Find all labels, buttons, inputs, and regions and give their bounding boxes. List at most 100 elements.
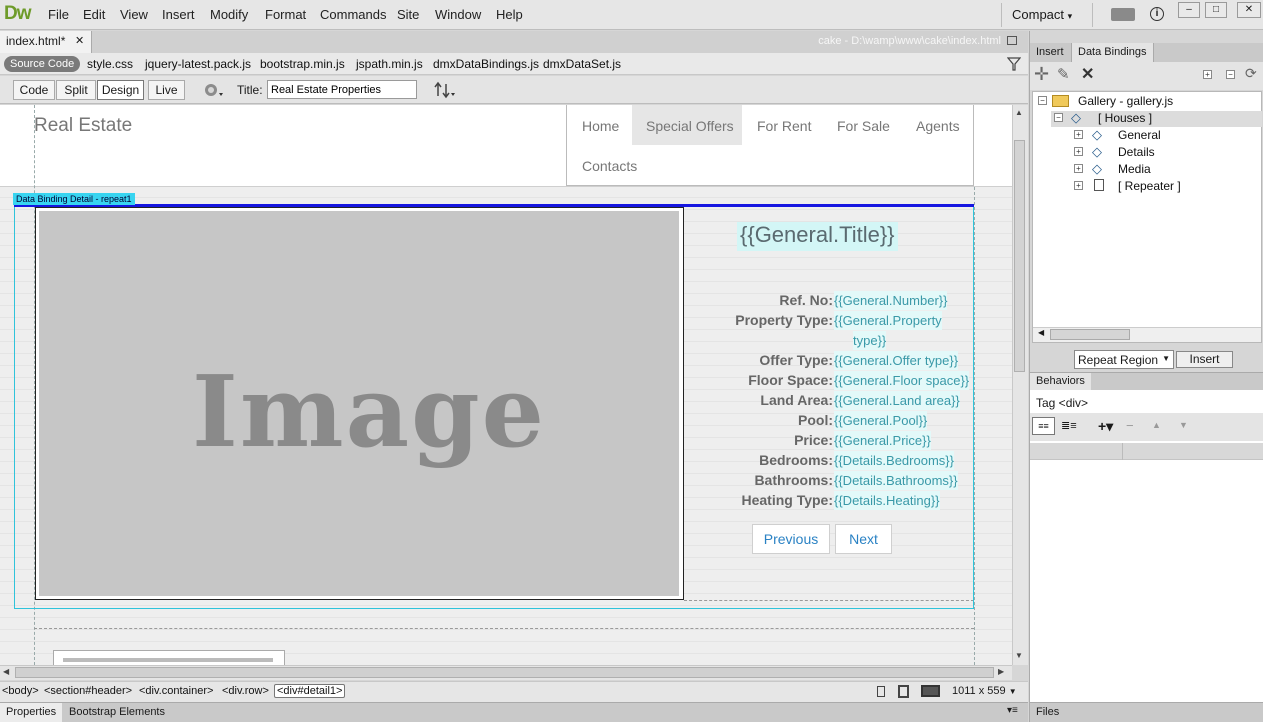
tab-bootstrap-elements[interactable]: Bootstrap Elements <box>63 703 171 722</box>
tab-behaviors[interactable]: Behaviors <box>1030 373 1091 390</box>
tab-files[interactable]: Files <box>1030 703 1065 722</box>
tree-node-gallery[interactable]: Gallery - gallery.js <box>1078 94 1173 108</box>
detail-value-price[interactable]: {{General.Price}} <box>834 431 931 450</box>
panel-options-icon[interactable]: ▾≡ <box>1007 705 1018 716</box>
scroll-up-icon[interactable]: ▲ <box>1015 108 1023 117</box>
menu-window[interactable]: Window <box>435 7 481 22</box>
scroll-left-icon[interactable]: ◀ <box>1038 328 1044 337</box>
document-tab[interactable]: index.html* ✕ <box>0 31 92 53</box>
property-title-binding[interactable]: {{General.Title}} <box>737 222 898 251</box>
minimize-button[interactable]: – <box>1178 2 1200 18</box>
refresh-icon[interactable]: ⟳ <box>1245 65 1257 82</box>
breadcrumb-section-header[interactable]: <section#header> <box>44 685 132 697</box>
live-view-button[interactable]: Live <box>148 80 185 100</box>
scroll-down-icon[interactable]: ▼ <box>1015 651 1023 660</box>
menu-format[interactable]: Format <box>265 7 306 22</box>
expand-repeater-icon[interactable]: + <box>1074 181 1083 190</box>
scroll-left-icon[interactable]: ◀ <box>3 667 9 676</box>
expand-general-icon[interactable]: + <box>1074 130 1083 139</box>
tab-insert[interactable]: Insert <box>1030 43 1070 62</box>
menu-modify[interactable]: Modify <box>210 7 248 22</box>
related-file-dmxdataset[interactable]: dmxDataSet.js <box>543 57 621 71</box>
menu-file[interactable]: File <box>48 7 69 22</box>
detail-value-bathrooms[interactable]: {{Details.Bathrooms}} <box>834 471 958 490</box>
nav-for-sale[interactable]: For Sale <box>837 118 890 134</box>
mobile-size-icon[interactable] <box>877 686 885 697</box>
expand-media-icon[interactable]: + <box>1074 164 1083 173</box>
related-file-style-css[interactable]: style.css <box>87 57 133 71</box>
tab-data-bindings[interactable]: Data Bindings <box>1071 43 1154 62</box>
move-up-icon[interactable]: ▲ <box>1152 420 1161 430</box>
detail-value-offer-type[interactable]: {{General.Offer type}} <box>834 351 959 370</box>
detail-value-ref-no[interactable]: {{General.Number}} <box>834 291 948 310</box>
workspace-switcher[interactable]: Compact ▾ <box>1012 7 1072 22</box>
window-size-readout[interactable]: 1011 x 559 ▼ <box>952 685 1017 697</box>
menu-site[interactable]: Site <box>397 7 419 22</box>
related-file-jspath[interactable]: jspath.min.js <box>356 57 423 71</box>
scroll-right-icon[interactable]: ▶ <box>998 667 1004 676</box>
tree-node-general[interactable]: General <box>1118 128 1161 142</box>
close-tab-icon[interactable]: ✕ <box>75 34 84 47</box>
filter-icon[interactable] <box>1007 57 1021 71</box>
nav-home[interactable]: Home <box>582 118 619 134</box>
related-file-bootstrap[interactable]: bootstrap.min.js <box>260 57 345 71</box>
split-view-button[interactable]: Split <box>56 80 96 100</box>
tree-node-repeater[interactable]: [ Repeater ] <box>1118 179 1181 193</box>
related-file-jquery[interactable]: jquery-latest.pack.js <box>145 57 251 71</box>
tree-node-details[interactable]: Details <box>1118 145 1155 159</box>
data-binding-detail-label[interactable]: Data Binding Detail - repeat1 <box>13 193 135 205</box>
detail-value-property-type[interactable]: {{General.Property <box>834 311 942 330</box>
file-management-icon[interactable] <box>433 81 457 99</box>
tablet-size-icon[interactable] <box>898 685 909 698</box>
detail-value-floor-space[interactable]: {{General.Floor space}} <box>834 371 970 390</box>
delete-binding-icon[interactable]: ✕ <box>1081 64 1094 84</box>
close-window-button[interactable]: ✕ <box>1237 2 1261 18</box>
breadcrumb-body[interactable]: <body> <box>2 685 39 697</box>
move-down-icon[interactable]: ▼ <box>1179 420 1188 430</box>
insert-button[interactable]: Insert <box>1176 351 1233 368</box>
remove-behavior-icon[interactable]: − <box>1126 418 1134 433</box>
preview-browser-icon[interactable] <box>203 82 225 98</box>
menu-insert[interactable]: Insert <box>162 7 195 22</box>
source-code-button[interactable]: Source Code <box>4 56 81 72</box>
nav-contacts[interactable]: Contacts <box>582 158 637 174</box>
add-binding-icon[interactable]: ✛ <box>1034 64 1049 85</box>
insert-mode-select[interactable]: Repeat Region ▼ <box>1074 350 1174 369</box>
detail-value-heating-type[interactable]: {{Details.Heating}} <box>834 491 940 510</box>
page-title-input[interactable] <box>267 80 417 99</box>
nav-agents[interactable]: Agents <box>916 118 960 134</box>
add-behavior-icon[interactable]: +▾ <box>1098 418 1113 435</box>
help-icon[interactable]: i <box>1150 7 1164 21</box>
tree-node-houses[interactable]: [ Houses ] <box>1098 111 1152 125</box>
previous-button[interactable]: Previous <box>752 524 830 554</box>
maximize-button[interactable]: □ <box>1205 2 1227 18</box>
design-view-button[interactable]: Design <box>97 80 144 100</box>
menu-view[interactable]: View <box>120 7 148 22</box>
detail-value-bedrooms[interactable]: {{Details.Bedrooms}} <box>834 451 954 470</box>
collapse-houses-icon[interactable]: − <box>1054 113 1063 122</box>
nav-special-offers[interactable]: Special Offers <box>646 118 734 134</box>
vertical-scroll-thumb[interactable] <box>1014 140 1025 372</box>
collapse-gallery-icon[interactable]: − <box>1038 96 1047 105</box>
menu-edit[interactable]: Edit <box>83 7 105 22</box>
expand-details-icon[interactable]: + <box>1074 147 1083 156</box>
tree-scroll-thumb[interactable] <box>1050 329 1130 340</box>
nav-for-rent[interactable]: For Rent <box>757 118 811 134</box>
desktop-size-icon[interactable] <box>921 685 940 697</box>
show-set-events-icon[interactable]: ≡≡ <box>1032 417 1055 435</box>
site-brand[interactable]: Real Estate <box>34 115 132 137</box>
menu-commands[interactable]: Commands <box>320 7 386 22</box>
next-button[interactable]: Next <box>835 524 892 554</box>
expand-all-icon[interactable]: + <box>1203 70 1212 79</box>
show-all-events-icon[interactable]: ≣≡ <box>1061 419 1077 432</box>
breadcrumb-div-row[interactable]: <div.row> <box>222 685 269 697</box>
detail-value-land-area[interactable]: {{General.Land area}} <box>834 391 960 410</box>
related-file-dmxdatabindings[interactable]: dmxDataBindings.js <box>433 57 539 71</box>
collapse-all-icon[interactable]: − <box>1226 70 1235 79</box>
horizontal-scroll-thumb[interactable] <box>15 667 994 678</box>
sync-settings-icon[interactable] <box>1111 8 1135 21</box>
tab-properties[interactable]: Properties <box>0 703 63 722</box>
restore-document-icon[interactable] <box>1007 36 1017 45</box>
detail-value-property-type-cont[interactable]: type}} <box>853 331 887 350</box>
edit-binding-icon[interactable]: ✎ <box>1057 65 1070 83</box>
